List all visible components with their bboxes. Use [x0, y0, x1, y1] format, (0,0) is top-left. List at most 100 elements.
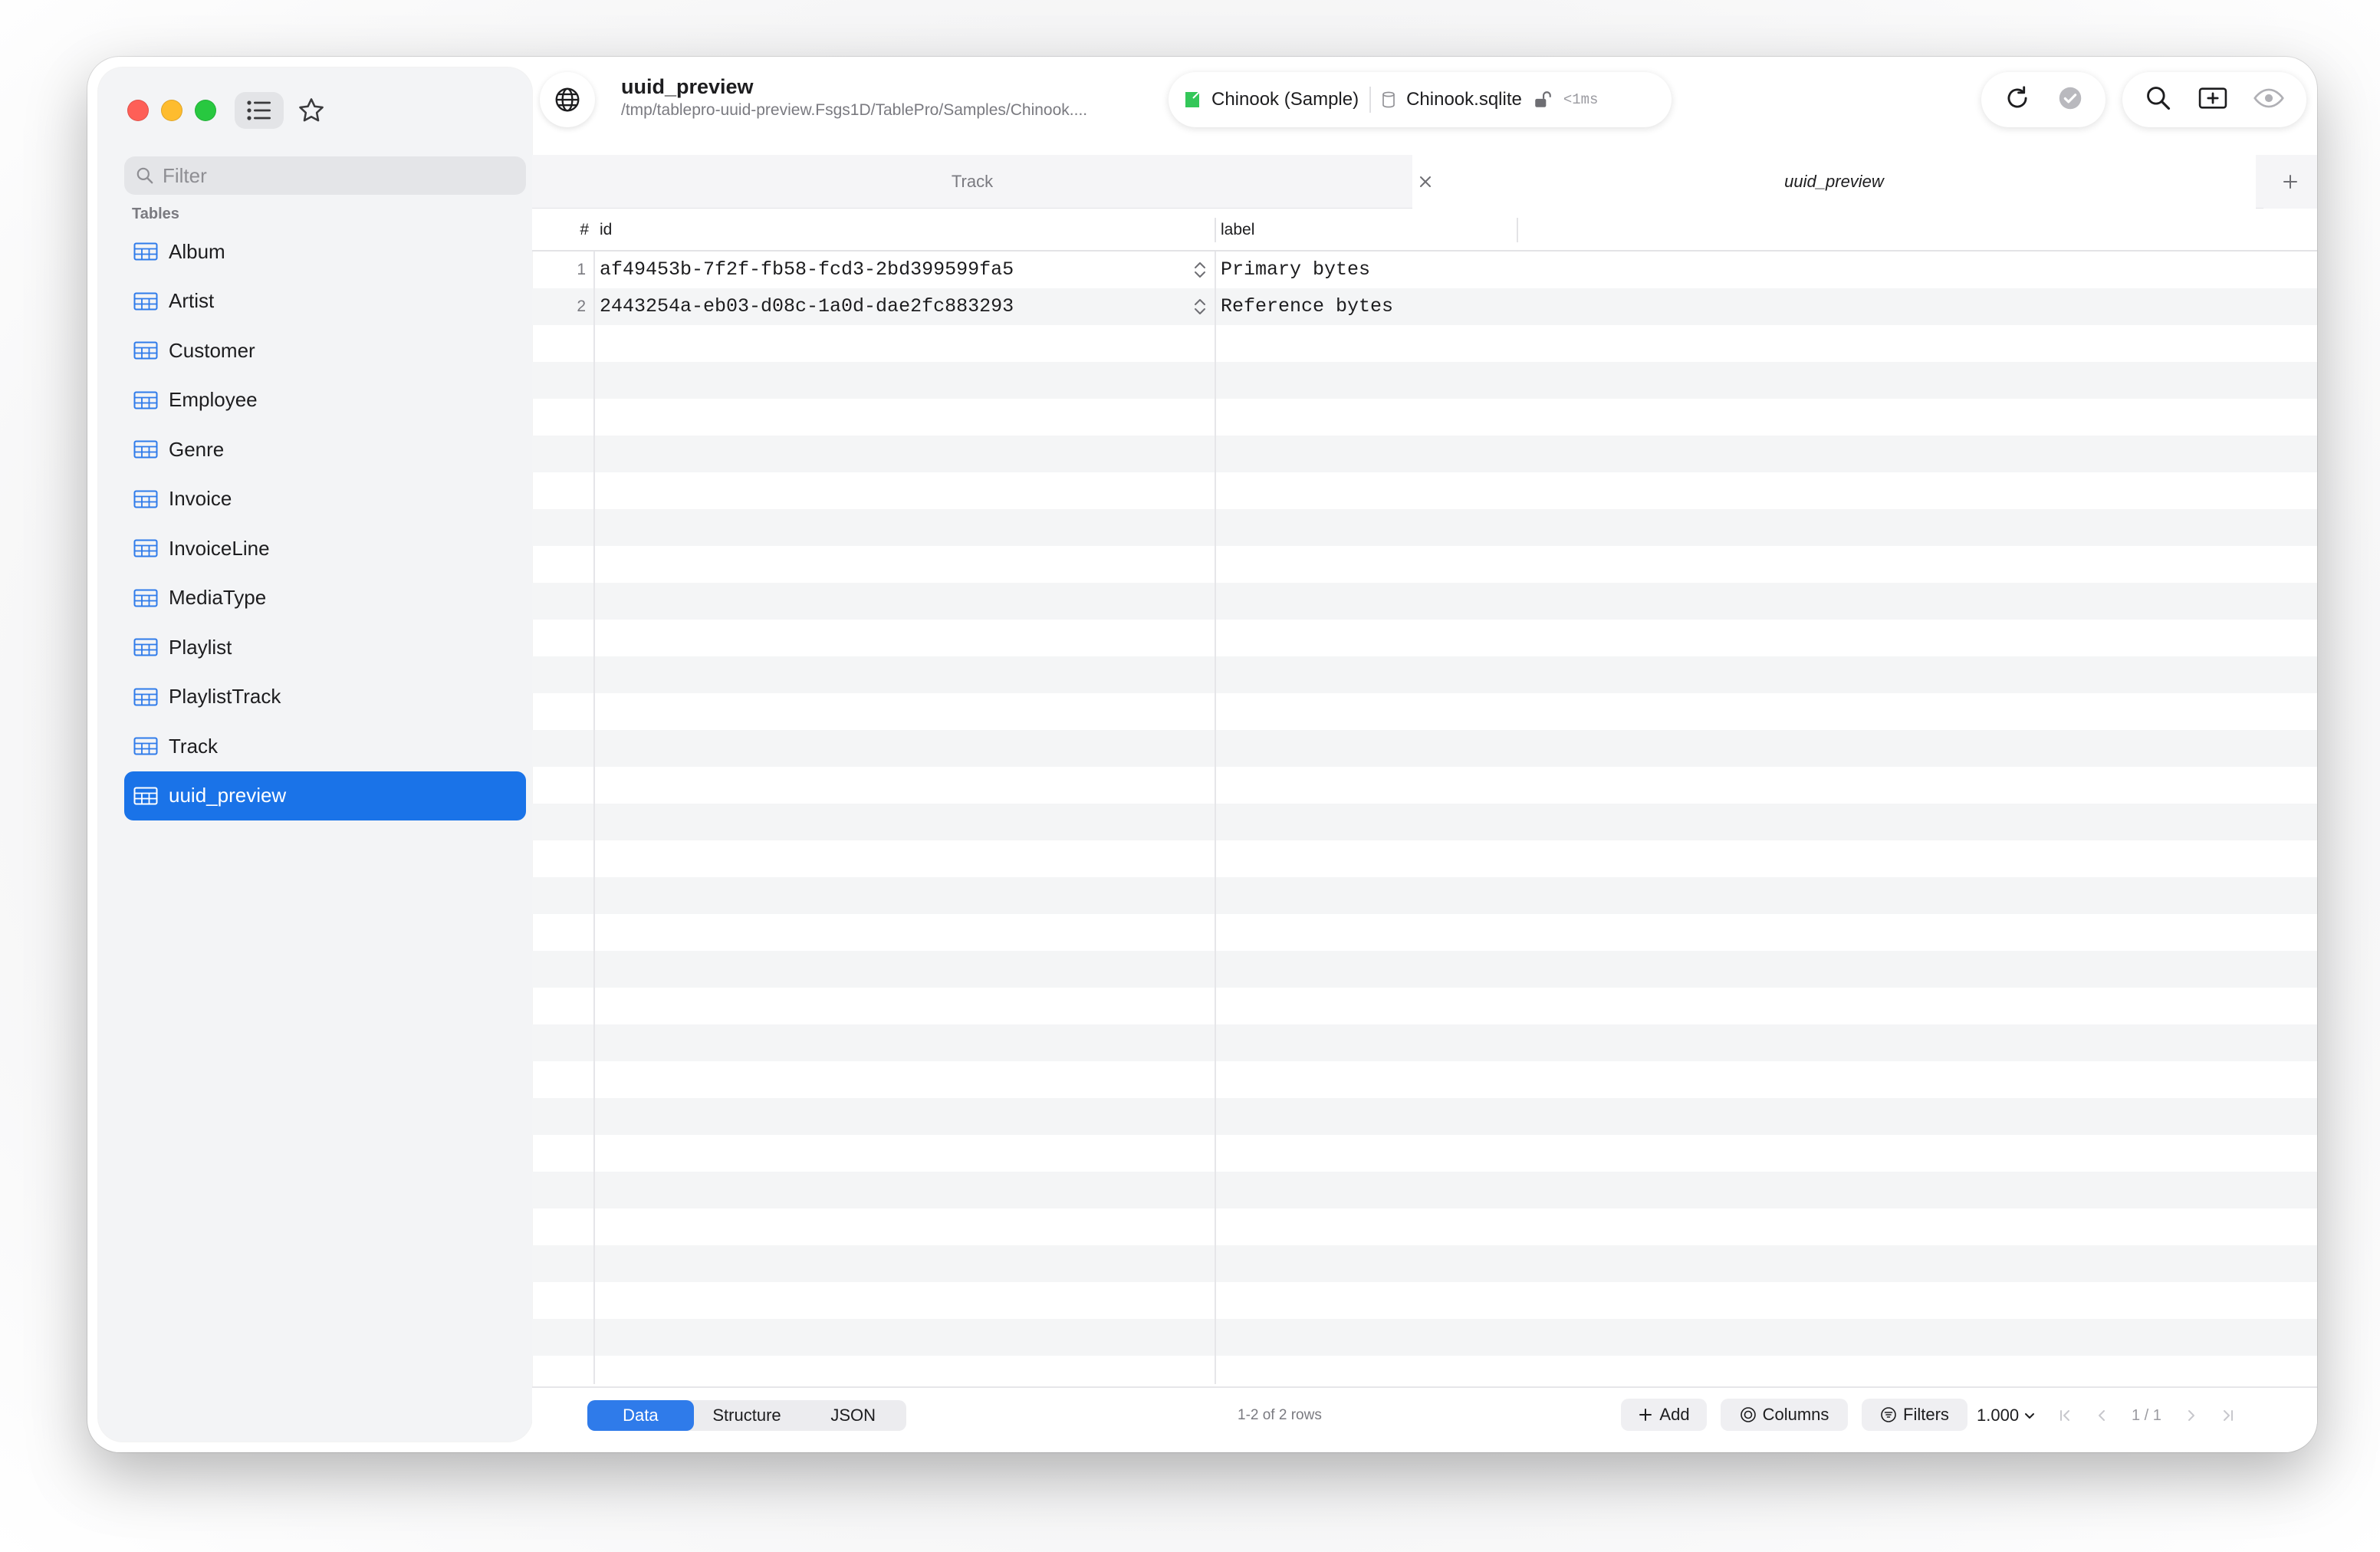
sidebar-item-artist[interactable]: Artist [124, 277, 526, 327]
table-icon [133, 638, 158, 656]
view-structure-button[interactable]: Structure [694, 1400, 800, 1431]
table-icon [133, 787, 158, 805]
sidebar-item-label: Employee [169, 388, 258, 412]
grid-body: 1 af49453b-7f2f-fb58-fcd3-2bd399599fa5 P… [532, 252, 2317, 1384]
list-icon [247, 100, 271, 120]
view-mode-segmented-control: Data Structure JSON [587, 1400, 906, 1431]
sidebar: Filter Tables Album Artist Customer Empl… [98, 67, 532, 1442]
cell-id[interactable]: 2443254a-eb03-d08c-1a0d-dae2fc883293 [600, 288, 1014, 325]
empty-row [532, 877, 2317, 914]
row-limit-value: 1.000 [1977, 1406, 2020, 1425]
sidebar-item-invoice[interactable]: Invoice [124, 475, 526, 524]
tab-track[interactable]: Track [532, 155, 1412, 209]
preview-button[interactable] [2253, 84, 2285, 117]
favorites-button[interactable] [287, 92, 336, 129]
column-header-label[interactable]: label [1221, 209, 1254, 252]
filters-button[interactable]: Filters [1862, 1399, 1967, 1431]
empty-row [532, 1172, 2317, 1208]
data-grid: 1 af49453b-7f2f-fb58-fcd3-2bd399599fa5 P… [532, 209, 2317, 1384]
sidebar-item-label: Album [169, 239, 225, 263]
empty-row [532, 1098, 2317, 1135]
view-data-button[interactable]: Data [587, 1400, 694, 1431]
sidebar-item-label: Playlist [169, 635, 232, 659]
last-page-icon[interactable] [2221, 1408, 2235, 1423]
cell-label[interactable]: Reference bytes [1221, 288, 1393, 325]
tools-group [2122, 72, 2306, 127]
cell-label[interactable]: Primary bytes [1221, 252, 1370, 288]
connection-status-pill[interactable]: Chinook (Sample) Chinook.sqlite <1ms [1169, 72, 1672, 127]
tab-label: Track [951, 172, 994, 191]
title-bar: uuid_preview /tmp/tablepro-uuid-preview.… [532, 57, 2317, 155]
empty-row [532, 1024, 2317, 1061]
cell-id[interactable]: af49453b-7f2f-fb58-fcd3-2bd399599fa5 [600, 252, 1014, 288]
sidebar-item-uuid-preview[interactable]: uuid_preview [124, 771, 526, 820]
close-tab-button[interactable] [1412, 169, 1438, 195]
sidebar-item-label: Customer [169, 338, 255, 362]
plus-icon [1639, 1409, 1652, 1421]
empty-row [532, 656, 2317, 693]
table-icon [133, 589, 158, 607]
row-number: 2 [577, 298, 586, 315]
list-view-button[interactable] [235, 92, 284, 129]
search-icon [136, 167, 153, 184]
sidebar-item-playlist[interactable]: Playlist [124, 623, 526, 672]
zoom-window-button[interactable] [195, 100, 216, 121]
stepper-icon[interactable] [1192, 296, 1208, 317]
sidebar-item-album[interactable]: Album [124, 227, 526, 277]
sidebar-item-invoiceline[interactable]: InvoiceLine [124, 524, 526, 574]
add-button-label: Add [1659, 1405, 1690, 1424]
sidebar-item-track[interactable]: Track [124, 722, 526, 771]
first-page-icon[interactable] [2058, 1408, 2072, 1423]
database-icon [1185, 91, 1200, 107]
filter-input[interactable]: Filter [124, 156, 526, 195]
column-resize-handle[interactable] [1215, 218, 1216, 242]
row-limit-dropdown[interactable]: 1.000 [1977, 1400, 2036, 1431]
sidebar-item-employee[interactable]: Employee [124, 376, 526, 426]
tab-uuid-preview[interactable]: uuid_preview [1412, 155, 2256, 209]
prev-page-icon[interactable] [2096, 1408, 2107, 1423]
next-page-icon[interactable] [2186, 1408, 2197, 1423]
table-row[interactable]: 2 2443254a-eb03-d08c-1a0d-dae2fc883293 R… [532, 288, 2317, 325]
checkmark-icon [2059, 87, 2081, 109]
column-header-id[interactable]: id [600, 209, 612, 252]
stepper-icon[interactable] [1192, 259, 1208, 281]
table-icon [133, 490, 158, 508]
sidebar-item-genre[interactable]: Genre [124, 425, 526, 475]
sidebar-item-customer[interactable]: Customer [124, 326, 526, 376]
table-list: Album Artist Customer Employee Genre Inv… [124, 227, 526, 820]
refresh-button[interactable] [2003, 84, 2032, 117]
minimize-window-button[interactable] [161, 100, 182, 121]
add-row-button[interactable] [2198, 84, 2228, 117]
table-icon [133, 341, 158, 360]
sidebar-item-playlisttrack[interactable]: PlaylistTrack [124, 672, 526, 722]
grid-header: # id label [532, 209, 2317, 252]
search-icon [2147, 86, 2171, 110]
empty-row [532, 951, 2317, 988]
lock-icon [1535, 91, 1551, 107]
search-button[interactable] [2144, 84, 2173, 117]
app-window: Filter Tables Album Artist Customer Empl… [87, 57, 2317, 1452]
sidebar-item-mediatype[interactable]: MediaType [124, 574, 526, 623]
connection-switcher-button[interactable] [540, 72, 595, 127]
table-icon [133, 440, 158, 459]
column-resize-handle[interactable] [1517, 218, 1518, 242]
empty-row [532, 583, 2317, 620]
globe-icon [555, 87, 580, 112]
new-tab-button[interactable] [2263, 155, 2317, 209]
columns-button[interactable]: Columns [1721, 1399, 1848, 1431]
empty-row [532, 362, 2317, 399]
tab-bar: Track uuid_preview [532, 155, 2317, 209]
view-json-button[interactable]: JSON [800, 1400, 906, 1431]
page-indicator: 1 / 1 [2132, 1406, 2161, 1424]
sidebar-item-label: MediaType [169, 586, 267, 610]
commit-button[interactable] [2056, 84, 2085, 117]
sidebar-item-label: Genre [169, 437, 225, 461]
connection-name: Chinook (Sample) [1211, 89, 1359, 110]
add-row-icon [2198, 87, 2227, 109]
table-icon [133, 539, 158, 557]
table-row[interactable]: 1 af49453b-7f2f-fb58-fcd3-2bd399599fa5 P… [532, 252, 2317, 288]
add-button[interactable]: Add [1621, 1399, 1707, 1431]
close-window-button[interactable] [127, 100, 149, 121]
filter-placeholder: Filter [163, 163, 207, 187]
table-icon [133, 292, 158, 311]
